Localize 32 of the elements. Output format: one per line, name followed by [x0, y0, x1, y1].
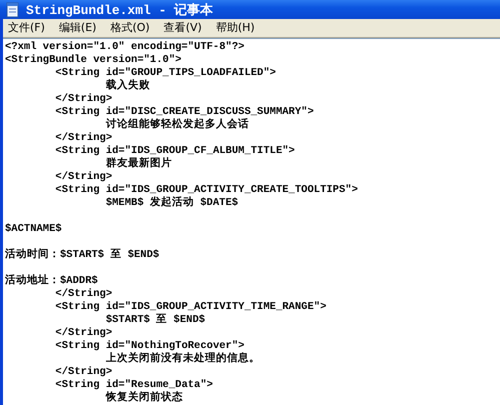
text-line: </String> — [54, 93, 114, 106]
menu-item[interactable]: 查看(V) — [164, 20, 202, 35]
text-line: </String> — [54, 288, 114, 301]
text-line: <String id="IDS_GROUP_CF_ALBUM_TITLE"> — [54, 145, 296, 157]
text-line: <String id="GROUP_TIPS_LOADFAILED"> — [54, 67, 277, 79]
text-line: </String> — [54, 171, 114, 184]
text-line: <String id="NothingToRecover"> — [54, 340, 246, 352]
text-line: 活动时间：$START$ 至 $END$ — [5, 249, 160, 262]
text-line: 群友最新图片 — [104, 158, 173, 171]
text-line: 载入失败 — [104, 80, 151, 93]
text-line: <String id="DISC_CREATE_DISCUSS_SUMMARY"> — [54, 106, 315, 118]
text-line: $ACTNAME$ — [5, 223, 63, 236]
menu-item[interactable]: 文件(F) — [8, 20, 45, 35]
text-line: 恢复关闭前状态 — [104, 392, 184, 405]
text-line: $MEMB$ 发起活动 $DATE$ — [104, 197, 240, 210]
text-line: 讨论组能够轻松发起多人会话 — [104, 119, 250, 132]
menu-item[interactable]: 编辑(E) — [58, 20, 96, 35]
text-line: <String id="IDS_GROUP_ACTIVITY_TIME_RANGE"> — [54, 301, 328, 314]
window-title: StringBundle.xml - 记事本 — [26, 2, 214, 18]
text-line: 活动地址：$ADDR$ — [5, 275, 99, 288]
text-line: <String id="IDS_GROUP_ACTIVITY_CREATE_TOOLTIPS"> — [54, 184, 359, 196]
text-line: </String> — [54, 366, 114, 379]
text-line: <?xml version="1.0" encoding="UTF-8"?> — [5, 41, 246, 54]
text-line: <StringBundle version="1.0"> — [5, 54, 182, 67]
text-line: <String id="Resume_Data"> — [54, 379, 214, 391]
notepad-icon — [6, 2, 20, 18]
text-line: 上次关闭前没有未处理的信息。 — [104, 353, 261, 366]
text-line: </String> — [54, 132, 114, 145]
menu-item[interactable]: 格式(O) — [110, 20, 150, 35]
text-line: </String> — [54, 327, 114, 340]
menu-item[interactable]: 帮助(H) — [216, 20, 255, 35]
text-line: $START$ 至 $END$ — [104, 314, 206, 327]
